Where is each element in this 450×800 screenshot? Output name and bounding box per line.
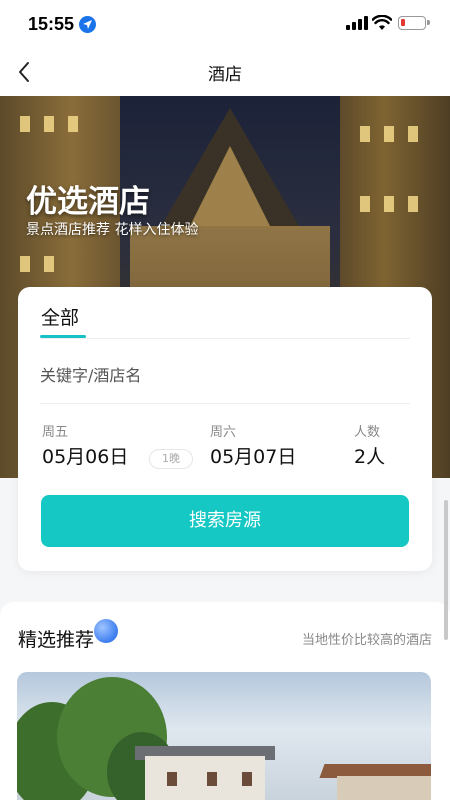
checkin-date: 05月06日 bbox=[42, 446, 129, 468]
hero-subtitle: 景点酒店推荐 花样入住体验 bbox=[26, 222, 199, 238]
building-window bbox=[242, 772, 252, 786]
featured-section: 精选推荐 当地性价比较高的酒店 bbox=[0, 602, 450, 800]
hotel-card-image[interactable] bbox=[17, 672, 431, 800]
checkin-day: 周五 bbox=[42, 425, 69, 440]
hotel-page: 15:55 酒店 优选酒店 景点酒店推荐 花样入住体验 全部 关键字/酒店名 周… bbox=[0, 0, 450, 800]
page-title: 酒店 bbox=[208, 65, 242, 85]
search-rooms-button[interactable]: 搜索房源 bbox=[41, 495, 409, 547]
decorative-dot-icon bbox=[94, 619, 118, 643]
checkout-date: 05月07日 bbox=[210, 446, 297, 468]
hero-window bbox=[20, 256, 30, 272]
tab-active-indicator bbox=[40, 335, 86, 338]
keyword-divider bbox=[40, 403, 410, 404]
hero-window bbox=[384, 126, 394, 142]
hero-window bbox=[408, 196, 418, 212]
hero-window bbox=[44, 116, 54, 132]
scrollbar[interactable] bbox=[444, 500, 448, 640]
hero-window bbox=[360, 196, 370, 212]
hero-title: 优选酒店 bbox=[26, 184, 150, 220]
battery-icon bbox=[398, 16, 430, 30]
guests-value: 2人 bbox=[354, 446, 386, 468]
hero-window bbox=[408, 126, 418, 142]
navigation-bar: 酒店 bbox=[0, 48, 450, 96]
guests-label: 人数 bbox=[354, 425, 381, 440]
checkout-day: 周六 bbox=[210, 425, 237, 440]
search-card: 全部 周五 05月06日 1晚 周六 05月07日 人数 2人 搜索房源 bbox=[18, 287, 432, 571]
status-bar: 15:55 bbox=[0, 0, 450, 48]
cellular-signal-icon bbox=[346, 16, 368, 30]
tab-all[interactable]: 全部 bbox=[41, 303, 79, 330]
tab-divider bbox=[40, 338, 410, 339]
hero-window bbox=[384, 196, 394, 212]
keyword-search-input[interactable] bbox=[40, 349, 410, 401]
hero-window bbox=[360, 126, 370, 142]
checkin-date-picker[interactable]: 周五 05月06日 bbox=[42, 421, 128, 469]
hero-roof-light bbox=[190, 146, 270, 226]
building bbox=[337, 776, 431, 800]
featured-subtitle: 当地性价比较高的酒店 bbox=[301, 633, 432, 648]
location-icon bbox=[79, 16, 96, 33]
featured-title: 精选推荐 bbox=[18, 629, 95, 651]
nights-badge: 1晚 bbox=[149, 449, 193, 469]
hero-window bbox=[68, 116, 78, 132]
building-window bbox=[207, 772, 217, 786]
hero-window bbox=[20, 116, 30, 132]
status-time: 15:55 bbox=[28, 14, 75, 34]
building-window bbox=[167, 772, 177, 786]
hero-window bbox=[44, 256, 54, 272]
guests-picker[interactable]: 人数 2人 bbox=[354, 421, 385, 469]
checkout-date-picker[interactable]: 周六 05月07日 bbox=[210, 421, 296, 469]
wifi-icon bbox=[372, 15, 392, 30]
